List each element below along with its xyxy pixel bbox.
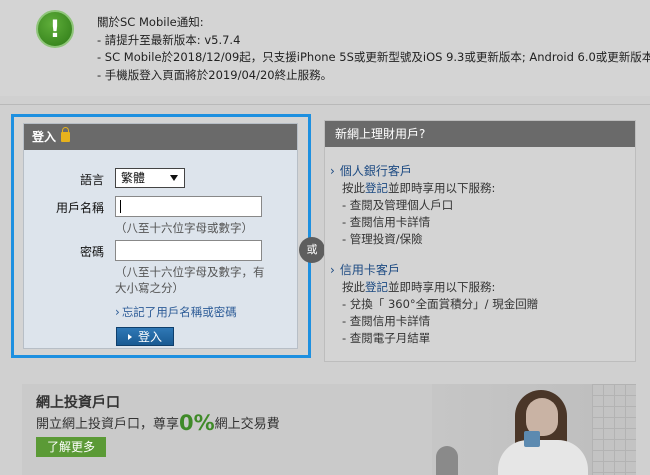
banner-title: 網上投資戶口 [36,395,120,411]
text-caret [120,200,121,213]
forgot-link-label: 忘記了用戶名稱或密碼 [121,305,237,319]
plant-decoration [436,446,458,475]
register-link[interactable]: 登記 [365,181,388,195]
play-icon [127,334,132,340]
personal-intro: 按此登記並即時享用以下服務: [342,181,496,195]
or-divider-badge: 或 [299,237,325,263]
notice-text: 關於SC Mobile通知: - 請提升至最新版本: v5.7.4 - SC M… [97,14,650,84]
personal-banking-title: 個人銀行客戶 [339,164,412,178]
login-frame: 登入 語言 繁體 用戶名稱 （八至十六位字母或數字） 密碼 （八至十六位字母及數… [11,114,311,358]
list-item: - 查閱信用卡詳情 [342,314,431,328]
list-item: - 查閱及管理個人戶口 [342,198,454,212]
notice-line: - 手機版登入頁面將於2019/04/20終止服務。 [97,67,333,82]
chevron-down-icon [170,175,178,181]
list-item: - 查閱信用卡詳情 [342,215,431,229]
password-label: 密碼 [79,245,104,259]
divider [0,104,650,105]
chevron-right-icon: › [330,164,335,178]
notice-line: - SC Mobile於2018/12/09起，只支援iPhone 5S或更新型… [97,50,650,64]
chevron-right-icon: › [330,263,335,277]
login-header: 登入 [24,124,297,150]
investment-banner: 網上投資戶口 開立網上投資戶口，尊享0%網上交易費 了解更多 [22,384,636,475]
login-title: 登入 [32,130,57,144]
list-item: - 查閱電子月結單 [342,331,431,345]
language-label: 語言 [79,173,104,187]
notice-title: 關於SC Mobile通知: [97,15,204,29]
username-input[interactable] [115,196,262,217]
credit-card-link[interactable]: › 信用卡客戶 [330,261,400,278]
register-link[interactable]: 登記 [365,280,388,294]
person-body [498,440,588,475]
login-button-label: 登入 [137,330,162,344]
list-item: - 兌換「 360°全面賞積分」/ 現金回贈 [342,297,539,311]
chevron-right-icon: › [115,305,120,319]
banner-photo [432,384,636,475]
username-hint: （八至十六位字母或數字） [115,221,253,235]
notice-panel: ! 關於SC Mobile通知: - 請提升至最新版本: v5.7.4 - SC… [0,0,650,96]
banner-subtitle: 開立網上投資戶口，尊享0%網上交易費 [36,411,280,435]
exclamation-icon: ! [36,10,74,48]
language-value: 繁體 [121,171,146,185]
personal-banking-link[interactable]: › 個人銀行客戶 [330,162,412,179]
username-label: 用戶名稱 [55,201,104,215]
new-user-header: 新網上理財用戶? [325,121,635,147]
password-input[interactable] [115,240,262,261]
login-button[interactable]: 登入 [116,327,174,346]
login-card: 登入 語言 繁體 用戶名稱 （八至十六位字母或數字） 密碼 （八至十六位字母及數… [23,123,298,349]
notice-line: - 請提升至最新版本: v5.7.4 [97,32,241,47]
password-hint: （八至十六位字母及數字，有大小寫之分） [115,265,265,295]
credit-card-title: 信用卡客戶 [339,263,400,277]
forgot-credentials-link[interactable]: › 忘記了用戶名稱或密碼 [115,304,237,320]
new-user-card: 新網上理財用戶? › 個人銀行客戶 按此登記並即時享用以下服務: - 查閱及管理個… [324,120,636,362]
lock-icon [61,127,71,142]
language-select[interactable]: 繁體 [115,168,185,188]
zero-percent-highlight: 0% [179,411,215,435]
learn-more-button[interactable]: 了解更多 [36,437,106,457]
tile-wall [592,384,636,475]
cup-icon [524,431,540,447]
list-item: - 管理投資/保險 [342,232,423,246]
credit-intro: 按此登記並即時享用以下服務: [342,280,496,294]
